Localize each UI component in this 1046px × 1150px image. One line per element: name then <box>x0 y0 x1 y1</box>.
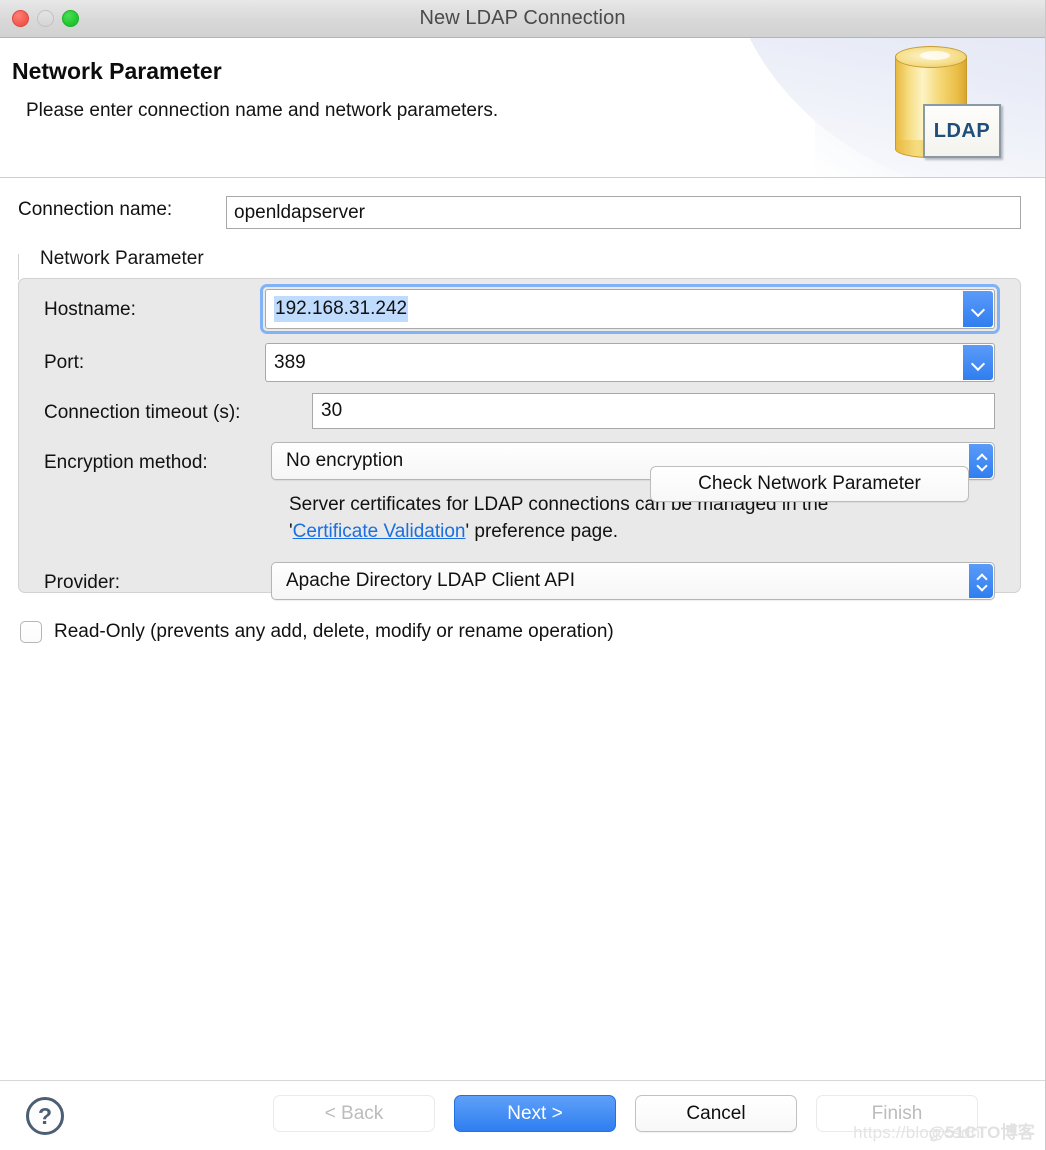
chevron-down-icon <box>977 584 986 589</box>
port-combo[interactable]: 389 <box>265 343 995 382</box>
database-cylinder-top <box>895 46 967 68</box>
window-title: New LDAP Connection <box>419 7 626 29</box>
provider-value: Apache Directory LDAP Client API <box>286 570 576 591</box>
connection-name-row: Connection name: <box>0 196 1045 230</box>
cancel-button[interactable]: Cancel <box>635 1095 797 1132</box>
provider-popup[interactable]: Apache Directory LDAP Client API <box>271 562 995 600</box>
read-only-row[interactable]: Read-Only (prevents any add, delete, mod… <box>20 621 614 643</box>
network-parameter-panel: Hostname: 192.168.31.242 Port: 389 Conne… <box>18 278 1021 600</box>
hostname-label: Hostname: <box>44 299 136 320</box>
hostname-value: 192.168.31.242 <box>274 296 409 322</box>
page-subtitle: Please enter connection name and network… <box>26 100 499 121</box>
back-button[interactable]: < Back <box>273 1095 435 1132</box>
check-network-parameter-button[interactable]: Check Network Parameter <box>650 466 969 502</box>
connection-timeout-input[interactable] <box>312 393 995 429</box>
ldap-database-icon: LDAP <box>885 46 1007 170</box>
port-dropdown-button[interactable] <box>963 345 993 380</box>
provider-stepper[interactable] <box>969 564 993 598</box>
encryption-method-stepper[interactable] <box>969 444 993 478</box>
group-left-line <box>18 254 19 280</box>
chevron-up-icon <box>977 574 986 579</box>
chevron-down-icon <box>972 303 984 315</box>
certificate-validation-link[interactable]: Certificate Validation <box>293 521 466 542</box>
read-only-checkbox[interactable] <box>20 621 42 643</box>
window-titlebar: New LDAP Connection <box>0 0 1045 38</box>
help-icon[interactable]: ? <box>26 1097 64 1135</box>
wizard-header: Network Parameter Please enter connectio… <box>0 38 1045 178</box>
network-parameter-group: Network Parameter Hostname: 192.168.31.2… <box>18 248 1021 600</box>
page-title: Network Parameter <box>12 58 222 84</box>
hostname-dropdown-button[interactable] <box>963 291 993 327</box>
ldap-label-text: LDAP <box>933 119 991 142</box>
next-button[interactable]: Next > <box>454 1095 616 1132</box>
read-only-label: Read-Only (prevents any add, delete, mod… <box>54 621 614 642</box>
chevron-down-icon <box>972 357 984 369</box>
finish-button[interactable]: Finish <box>816 1095 978 1132</box>
ldap-label-card: LDAP <box>923 104 1001 158</box>
new-ldap-connection-window: New LDAP Connection Network Parameter Pl… <box>0 0 1046 1150</box>
port-label: Port: <box>44 352 85 373</box>
connection-name-label: Connection name: <box>18 199 173 220</box>
certificate-note-suffix: ' preference page. <box>465 521 619 542</box>
port-value: 389 <box>274 351 306 373</box>
encryption-method-label: Encryption method: <box>44 452 208 473</box>
connection-timeout-label: Connection timeout (s): <box>44 402 241 423</box>
chevron-up-icon <box>977 454 986 459</box>
connection-name-input[interactable] <box>226 196 1021 229</box>
encryption-method-value: No encryption <box>286 450 404 471</box>
provider-label: Provider: <box>44 572 121 593</box>
hostname-combo[interactable]: 192.168.31.242 <box>265 289 995 329</box>
wizard-body: Connection name: Network Parameter Hostn… <box>0 178 1045 1081</box>
network-parameter-group-title: Network Parameter <box>40 248 204 269</box>
wizard-button-bar: < Back Next > Cancel Finish <box>273 1095 978 1132</box>
database-highlight <box>920 51 950 60</box>
chevron-down-icon <box>977 464 986 469</box>
wizard-footer: ? < Back Next > Cancel Finish https://bl… <box>0 1081 1045 1149</box>
